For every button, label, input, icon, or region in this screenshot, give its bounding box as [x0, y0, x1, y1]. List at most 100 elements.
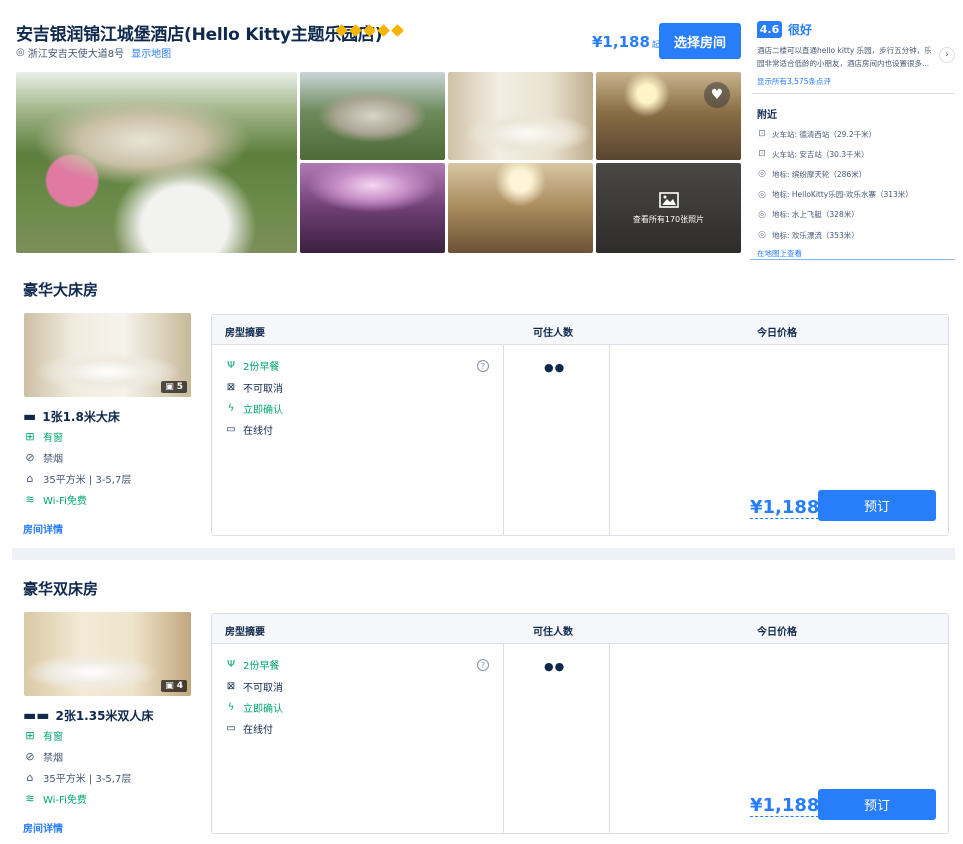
room-thumbnail[interactable]: ▣ 5	[24, 313, 191, 397]
nearby-item: ⊡ 火车站: 德清西站（29.2千米）	[758, 129, 877, 140]
window-attr: ⊞ 有窗	[23, 725, 131, 746]
room-photo[interactable]	[448, 72, 593, 160]
wifi-attr: ≋ Wi-Fi免费	[23, 489, 131, 510]
window-attr: ⊞ 有窗	[23, 426, 131, 447]
lightning-icon: ϟ	[227, 403, 235, 414]
next-review-button[interactable]: ›	[939, 47, 955, 63]
payment-feature: ▭ 在线付	[226, 723, 273, 736]
room-rate-table: 房型摘要 可住人数 今日价格 Ψ 2份早餐 ? ⊠ 不可取消 ϟ 立即确认 ▭ 在线付 …	[211, 613, 949, 834]
image-icon	[658, 191, 679, 208]
payment-feature: ▭ 在线付	[226, 424, 273, 437]
window-icon: ⊞	[25, 430, 35, 443]
address-text: 浙江安吉天使大道8号	[27, 49, 125, 60]
train-icon: ⊡	[758, 149, 766, 160]
summary-header: 房型摘要	[225, 328, 265, 339]
divider	[503, 644, 504, 833]
image-icon: ▣	[165, 681, 174, 691]
nearby-title: 附近	[757, 110, 777, 121]
smoking-attr: ⊘ 禁烟	[23, 447, 131, 468]
nearby-item: ◎ 地标: 缤纷摩天轮（286米）	[758, 169, 867, 180]
size-attr: ⌂ 35平方米 | 3-5,7层	[23, 468, 132, 489]
room-details-link[interactable]: 房间详情	[23, 521, 63, 536]
twin-bed-icon: ▬▬	[23, 707, 50, 724]
area-icon: ⌂	[26, 472, 34, 485]
divider	[750, 259, 955, 260]
wedding-hall-photo[interactable]	[300, 163, 445, 253]
hotel-address: ◎ 浙江安吉天使大道8号 显示地图	[16, 45, 171, 60]
section-separator	[12, 548, 955, 560]
two-persons-icon: ●●	[544, 361, 566, 374]
breakfast-feature: Ψ 2份早餐	[225, 657, 279, 672]
smoking-attr: ⊘ 禁烟	[23, 746, 131, 767]
landmark-icon: ◎	[758, 189, 766, 200]
wifi-icon: ≋	[25, 792, 35, 805]
room-price: ¥1,188	[750, 795, 820, 817]
header-price-value: ¥1,188	[592, 33, 650, 51]
location-pin-icon: ◎	[16, 47, 25, 58]
no-cancel-icon: ⊠	[226, 382, 236, 393]
view-all-photos-label: 查看所有170张照片	[632, 214, 705, 224]
help-icon[interactable]: ?	[477, 360, 489, 372]
nearby-item: ◎ 地标: HelloKitty乐园-欢乐水寨（313米）	[758, 189, 913, 200]
bed-icon: ▬	[23, 408, 37, 425]
nearby-list: ⊡ 火车站: 德清西站（29.2千米） ⊡ 火车站: 安吉站（30.3千米） ◎ 地标…	[757, 124, 957, 245]
fork-knife-icon: Ψ	[227, 659, 235, 670]
no-smoking-icon: ⊘	[25, 451, 35, 464]
guests-header: 可住人数	[533, 627, 573, 638]
no-cancel-icon: ⊠	[226, 681, 236, 692]
divider	[752, 93, 955, 94]
room-attributes: ⊞ 有窗 ⊘ 禁烟 ⌂ 35平方米 | 3-5,7层 ≋ Wi-Fi免费	[23, 426, 131, 510]
bed-info: ▬▬ 2张1.35米双人床	[23, 707, 154, 724]
book-button[interactable]: 预订	[818, 490, 936, 521]
favorite-heart-icon[interactable]: ♥	[704, 82, 730, 108]
landmark-icon: ◎	[758, 230, 766, 241]
rating-label: 很好	[788, 23, 813, 37]
room-details-link[interactable]: 房间详情	[23, 820, 63, 835]
price-header: 今日价格	[757, 328, 797, 339]
rating-score: 4.6	[757, 21, 782, 38]
book-button[interactable]: 预订	[818, 789, 936, 820]
table-header: 房型摘要 可住人数 今日价格	[212, 315, 948, 345]
diamond-icon	[363, 24, 376, 37]
wifi-icon: ≋	[25, 493, 35, 506]
card-icon: ▭	[226, 723, 236, 734]
view-all-photos-tile[interactable]: 查看所有170张照片	[596, 163, 741, 253]
hotel-main-photo[interactable]	[16, 72, 297, 253]
no-smoking-icon: ⊘	[25, 750, 35, 763]
divider	[609, 644, 610, 833]
view-on-map-link[interactable]: 在地图上查看	[757, 248, 802, 259]
guests-header: 可住人数	[533, 328, 573, 339]
diamond-icon	[335, 24, 348, 37]
train-icon: ⊡	[758, 129, 766, 140]
two-persons-icon: ●●	[544, 660, 566, 673]
select-room-button[interactable]: 选择房间	[659, 23, 741, 59]
cancel-policy-feature: ⊠ 不可取消	[226, 681, 283, 694]
nearby-item: ◎ 地标: 欢乐漂流（353米）	[758, 230, 859, 241]
room-name: 豪华大床房	[23, 281, 99, 299]
header-price: ¥1,188 起	[592, 33, 660, 51]
landmark-icon: ◎	[758, 169, 766, 180]
star-rating	[335, 24, 404, 37]
fork-knife-icon: Ψ	[227, 360, 235, 371]
diamond-icon	[377, 24, 390, 37]
chevron-right-icon: ›	[945, 50, 949, 60]
ballroom-photo[interactable]	[448, 163, 593, 253]
all-reviews-link[interactable]: 显示所有3,575条点评	[757, 76, 831, 87]
size-attr: ⌂ 35平方米 | 3-5,7层	[23, 767, 132, 788]
room-attributes: ⊞ 有窗 ⊘ 禁烟 ⌂ 35平方米 | 3-5,7层 ≋ Wi-Fi免费	[23, 725, 131, 809]
window-icon: ⊞	[25, 729, 35, 742]
wifi-attr: ≋ Wi-Fi免费	[23, 788, 131, 809]
card-icon: ▭	[226, 424, 236, 435]
divider	[609, 345, 610, 535]
breakfast-feature: Ψ 2份早餐	[225, 358, 279, 373]
lightning-icon: ϟ	[227, 702, 235, 713]
help-icon[interactable]: ?	[477, 659, 489, 671]
review-snippet: 酒店二楼可以直通hello kitty 乐园，步行五分钟，乐园非常适合低龄的小朋…	[757, 46, 932, 68]
room-thumbnail[interactable]: ▣ 4	[24, 612, 191, 696]
castle-photo[interactable]	[300, 72, 445, 160]
landmark-icon: ◎	[758, 209, 766, 220]
show-map-link[interactable]: 显示地图	[131, 45, 171, 60]
divider	[503, 345, 504, 535]
nearby-item: ⊡ 火车站: 安吉站（30.3千米）	[758, 149, 869, 160]
cancel-policy-feature: ⊠ 不可取消	[226, 382, 283, 395]
